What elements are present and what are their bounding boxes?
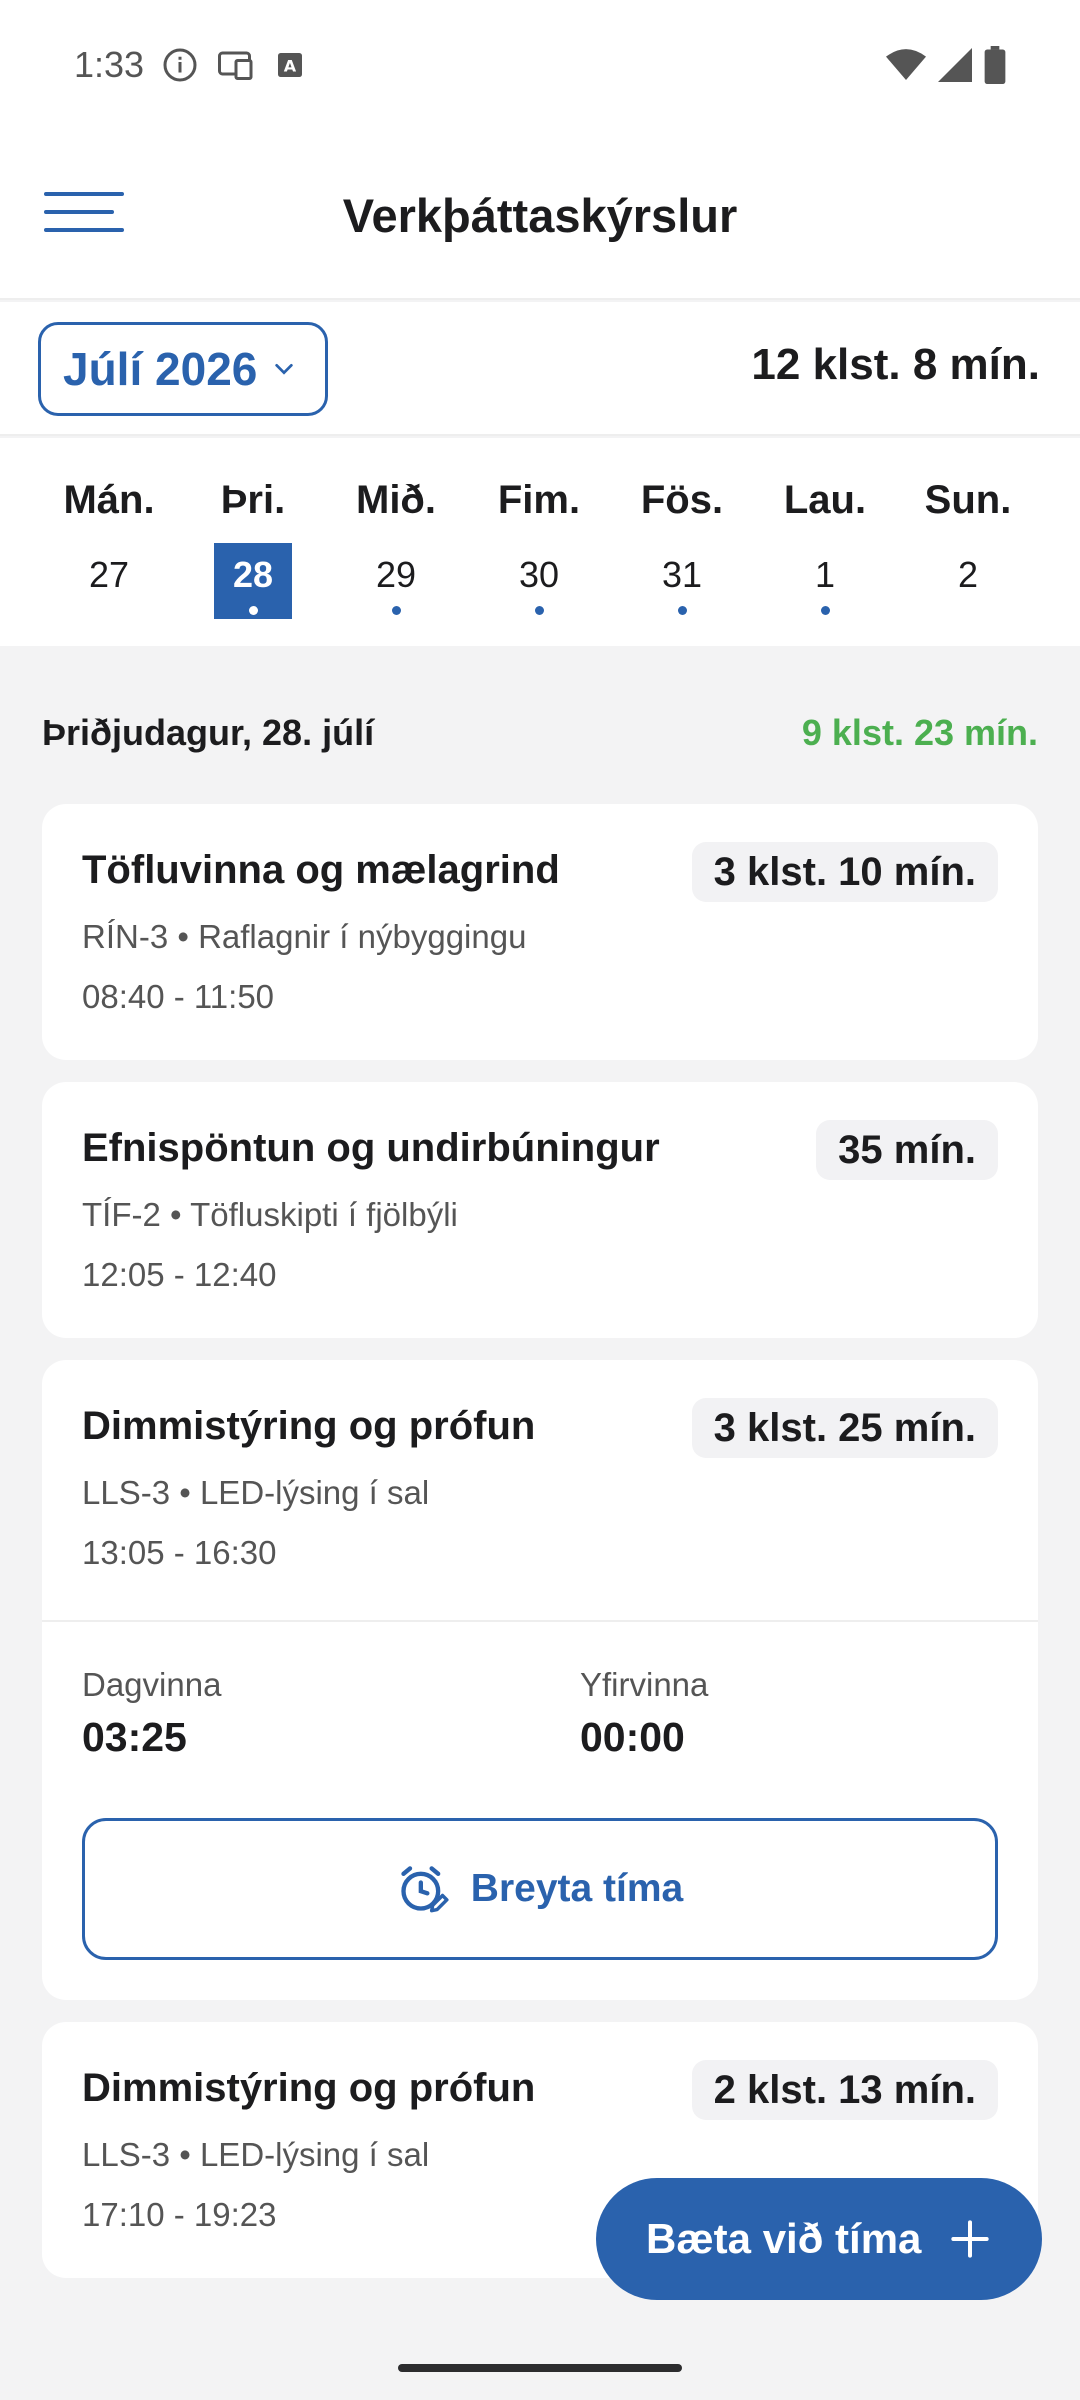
- entry-title: Dimmistýring og prófun: [82, 1404, 536, 1448]
- svg-text:A: A: [284, 57, 297, 76]
- entry-project: TÍF-2 • Töfluskipti í fjölbýli: [82, 1196, 458, 1233]
- day-cell-selected[interactable]: Þri. 28: [188, 478, 318, 619]
- month-label: Júlí 2026: [63, 343, 258, 395]
- day-number: 2: [957, 554, 979, 595]
- duration-badge: 2 klst. 13 mín.: [691, 2060, 998, 2120]
- day-name: Fös.: [640, 478, 724, 522]
- entry-dot: [821, 606, 830, 615]
- entry-title: Efnispöntun og undirbúningur: [82, 1126, 660, 1170]
- entry-dot: [392, 606, 401, 615]
- cast-icon: [218, 51, 253, 80]
- day-cell[interactable]: Fim. 30: [474, 478, 604, 619]
- entry-project: RÍN-3 • Raflagnir í nýbyggingu: [82, 918, 527, 955]
- entry-dot: [249, 606, 258, 615]
- entry-title: Dimmistýring og prófun: [82, 2066, 536, 2110]
- overtime-label: Yfirvinna: [580, 1666, 709, 1703]
- day-name: Mið.: [356, 478, 436, 522]
- time-entry-card-expanded[interactable]: Dimmistýring og prófun 3 klst. 25 mín. L…: [42, 1360, 1038, 2000]
- week-strip: Mán. 27 Þri. 28 Mið. 29 Fim. 30 Fös. 31 …: [0, 438, 1080, 646]
- day-cell[interactable]: Mán. 27: [44, 478, 174, 619]
- plus-icon: [951, 2220, 989, 2258]
- chevron-down-icon: [275, 363, 294, 375]
- add-time-button[interactable]: Bæta við tíma: [596, 2178, 1042, 2300]
- day-total: 9 klst. 23 mín.: [801, 712, 1038, 753]
- month-total: 12 klst. 8 mín.: [751, 340, 1040, 389]
- info-icon: [163, 48, 197, 82]
- day-number: 27: [88, 554, 130, 595]
- day-name: Sun.: [924, 478, 1012, 522]
- edit-time-label: Breyta tíma: [470, 1867, 684, 1910]
- duration-badge: 3 klst. 10 mín.: [691, 842, 998, 902]
- add-time-label: Bæta við tíma: [646, 2215, 922, 2262]
- month-selector[interactable]: Júlí 2026: [38, 322, 328, 416]
- wifi-icon: [886, 49, 926, 80]
- duration-badge: 3 klst. 25 mín.: [691, 1398, 998, 1458]
- divider: [42, 1620, 1038, 1622]
- day-number: 1: [786, 543, 864, 619]
- entry-project: LLS-3 • LED-lýsing í sal: [82, 1474, 430, 1511]
- day-cell[interactable]: Fös. 31: [617, 478, 747, 619]
- status-time: 1:33: [74, 44, 145, 85]
- signal-icon: [938, 48, 972, 82]
- day-header: Þriðjudagur, 28. júlí 9 klst. 23 mín.: [42, 712, 1038, 762]
- entry-project: LLS-3 • LED-lýsing í sal: [82, 2136, 430, 2173]
- overtime-value: 00:00: [580, 1714, 685, 1760]
- entry-time-range: 17:10 - 19:23: [82, 2196, 277, 2233]
- day-number: 30: [500, 543, 578, 619]
- day-number: 28: [214, 543, 292, 619]
- time-entry-card[interactable]: Töfluvinna og mælagrind 3 klst. 10 mín. …: [42, 804, 1038, 1060]
- day-name: Mán.: [63, 478, 155, 522]
- day-number: 31: [643, 543, 721, 619]
- day-number: 29: [357, 543, 435, 619]
- entry-dot: [535, 606, 544, 615]
- battery-icon: [984, 46, 1006, 84]
- day-name: Þri.: [220, 478, 286, 522]
- day-cell[interactable]: Sun. 2: [903, 478, 1033, 619]
- app-bar: Verkþáttaskýrslur: [0, 130, 1080, 300]
- day-cell[interactable]: Mið. 29: [331, 478, 461, 619]
- day-cell[interactable]: Lau. 1: [760, 478, 890, 619]
- alarm-edit-icon: [401, 1866, 449, 1913]
- entry-title: Töfluvinna og mælagrind: [82, 848, 560, 892]
- entry-dot: [678, 606, 687, 615]
- day-date: Þriðjudagur, 28. júlí: [42, 712, 375, 753]
- entry-time-range: 08:40 - 11:50: [82, 978, 275, 1015]
- entry-time-range: 13:05 - 16:30: [82, 1534, 277, 1571]
- home-indicator[interactable]: [398, 2364, 682, 2372]
- status-bar: 1:33 A: [0, 0, 1080, 130]
- entry-time-range: 12:05 - 12:40: [82, 1256, 277, 1293]
- daywork-value: 03:25: [82, 1714, 187, 1760]
- day-name: Lau.: [783, 478, 867, 522]
- month-bar: Júlí 2026 12 klst. 8 mín.: [0, 302, 1080, 436]
- daywork-label: Dagvinna: [82, 1666, 222, 1703]
- duration-badge: 35 mín.: [816, 1120, 998, 1180]
- time-entry-card[interactable]: Efnispöntun og undirbúningur 35 mín. TÍF…: [42, 1082, 1038, 1338]
- day-name: Fim.: [497, 478, 581, 522]
- text-icon: A: [278, 53, 303, 77]
- page-title: Verkþáttaskýrslur: [342, 189, 738, 242]
- edit-time-button[interactable]: Breyta tíma: [82, 1818, 998, 1960]
